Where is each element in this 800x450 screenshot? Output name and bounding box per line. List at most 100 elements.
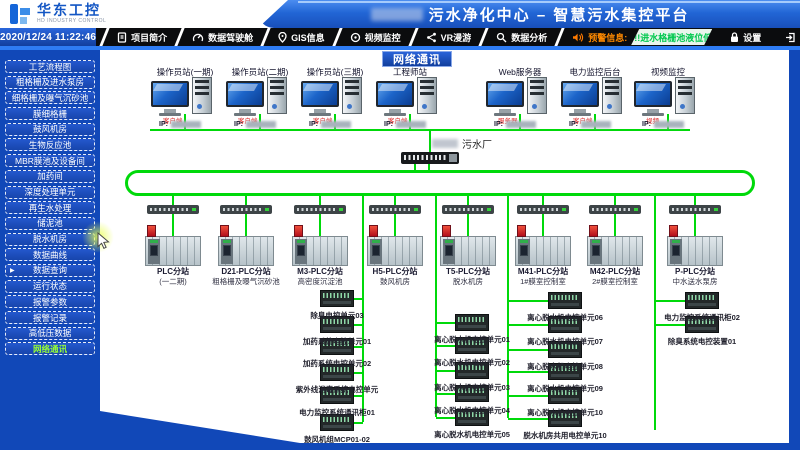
ip-row: IP: xyxy=(569,121,611,128)
settings-button[interactable]: 设置 xyxy=(724,28,767,46)
menu-separator xyxy=(770,28,777,46)
redacted-ip xyxy=(246,121,276,128)
menu-separator xyxy=(555,28,565,46)
network-line xyxy=(614,196,616,205)
sidebar-item-label: 运行状态 xyxy=(33,280,67,292)
network-line xyxy=(436,417,455,419)
sidebar-item-label: 高低压数据 xyxy=(29,327,72,339)
computer-icon xyxy=(224,77,296,117)
computer-icon xyxy=(149,77,221,117)
plc-rack-icon xyxy=(667,236,723,266)
settings-label: 设置 xyxy=(743,31,761,44)
device-label: 除臭电控单元03 xyxy=(267,310,407,321)
search-icon xyxy=(496,32,507,43)
computer-icon xyxy=(374,77,446,117)
monitor-icon xyxy=(226,81,264,107)
sidebar-item-1[interactable]: 粗格栅及进水泵房 xyxy=(5,76,95,89)
network-line xyxy=(508,349,548,351)
redacted-ip xyxy=(654,121,684,128)
menu-separator xyxy=(332,28,342,46)
network-line xyxy=(508,300,548,302)
alarm-lamp-icon xyxy=(294,225,303,237)
sidebar-item-2[interactable]: 细格栅及曝气沉砂池 xyxy=(5,91,95,104)
plc-switch-icon xyxy=(669,205,721,214)
menu-item-label: 数据分析 xyxy=(511,31,547,44)
menu-item-2[interactable]: GIS信息 xyxy=(274,28,329,46)
network-line xyxy=(542,214,544,236)
computer-icon xyxy=(559,77,631,117)
sidebar-item-10[interactable]: 储泥池 xyxy=(5,217,95,230)
sidebar-item-9[interactable]: 再生水处理 xyxy=(5,201,95,214)
sidebar-item-16[interactable]: 报警记录 xyxy=(5,311,95,324)
menu-item-label: GIS信息 xyxy=(291,31,325,44)
menu-bar: 2020/12/24 11:22:46 项目简介数据驾驶舱GIS信息视频监控VR… xyxy=(0,28,800,46)
menu-item-4[interactable]: VR漫游 xyxy=(422,28,476,46)
ip-row: IP: xyxy=(642,121,684,128)
sidebar-item-13[interactable]: ▶数据查询 xyxy=(5,264,95,277)
network-line xyxy=(542,196,544,205)
plc-desc: 中水送水泵房 xyxy=(635,276,755,287)
plc-rack-icon xyxy=(145,236,201,266)
sidebar-item-label: 细格栅及曝气沉砂池 xyxy=(12,92,89,104)
sidebar-item-17[interactable]: 高低压数据 xyxy=(5,327,95,340)
ip-row: IP: xyxy=(494,121,536,128)
alarm-lamp-icon xyxy=(220,225,229,237)
sidebar-item-14[interactable]: 运行状态 xyxy=(5,280,95,293)
menu-item-3[interactable]: 视频监控 xyxy=(346,28,405,46)
menu-item-label: 视频监控 xyxy=(365,31,401,44)
network-line xyxy=(429,129,431,152)
logo-subtext: HD INDUSTRY CONTROL xyxy=(37,19,106,24)
monitor-icon xyxy=(151,81,189,107)
network-diagram: 网络通讯 污水厂 操作员站(一期) 客户端 IP: 操作员站(二期) 客户端 I… xyxy=(0,0,800,450)
dashboard-icon xyxy=(192,32,204,42)
network-line xyxy=(467,196,469,205)
sidebar-item-12[interactable]: 数据曲线 xyxy=(5,248,95,261)
exit-button[interactable]: 退出 xyxy=(779,28,800,46)
sidebar-item-8[interactable]: 深度处理单元 xyxy=(5,186,95,199)
plc-rack-icon xyxy=(515,236,571,266)
sidebar-item-5[interactable]: 生物反应池 xyxy=(5,138,95,151)
redacted-ip xyxy=(321,121,351,128)
menu-item-0[interactable]: 项目简介 xyxy=(113,28,171,46)
device-label: 紫外线消毒系统电控单元 xyxy=(267,384,407,395)
alarm-lamp-icon xyxy=(369,225,378,237)
ip-label: IP: xyxy=(642,121,651,128)
device-label: 离心脱水机电控单元09 xyxy=(495,383,635,394)
sidebar-item-3[interactable]: 膜细格栅 xyxy=(5,107,95,120)
pc-tower-icon xyxy=(417,77,437,114)
menu-separator xyxy=(479,28,489,46)
plc-switch-icon xyxy=(220,205,272,214)
menu-item-1[interactable]: 数据驾驶舱 xyxy=(188,28,257,46)
computer-icon xyxy=(299,77,371,117)
sidebar-item-15[interactable]: 报警参数 xyxy=(5,295,95,308)
network-line xyxy=(354,395,363,397)
sidebar-item-6[interactable]: MBR膜池及设备间 xyxy=(5,154,95,167)
sidebar-item-0[interactable]: 工艺流程图 xyxy=(5,60,95,73)
sidebar-item-label: 工艺流程图 xyxy=(29,61,72,73)
accent-strip xyxy=(0,46,800,50)
pc-tower-icon xyxy=(342,77,362,114)
alert-message-box[interactable]: !!!进水格栅池液位低 xyxy=(631,29,712,45)
device-label: 离心脱水机电控单元08 xyxy=(495,361,635,372)
network-line xyxy=(508,418,548,420)
network-line xyxy=(394,214,396,236)
device-label: 加药系统电控单元01 xyxy=(267,336,407,347)
device-box xyxy=(455,314,489,331)
device-label: 离心脱水机电控单元07 xyxy=(495,336,635,347)
network-line xyxy=(428,164,430,170)
pc-tower-icon xyxy=(675,77,695,114)
lock-icon xyxy=(730,32,739,43)
menu-item-5[interactable]: 数据分析 xyxy=(492,28,551,46)
sidebar-item-7[interactable]: 加药间 xyxy=(5,170,95,183)
sidebar-item-4[interactable]: 鼓风机房 xyxy=(5,123,95,136)
plc-switch-icon xyxy=(294,205,346,214)
top-header: 华东工控 HD INDUSTRY CONTROL 污水净化中心 – 智慧污水集控… xyxy=(0,0,800,28)
target-icon xyxy=(350,32,361,43)
device-box xyxy=(548,292,582,309)
bottom-strip xyxy=(0,443,800,450)
device-label: 脱水机房共用电控单元10 xyxy=(495,430,635,441)
menu-separator xyxy=(174,28,184,46)
sidebar-menu: 工艺流程图粗格栅及进水泵房细格栅及曝气沉砂池膜细格栅鼓风机房生物反应池 MBR膜池… xyxy=(5,60,95,358)
sidebar-item-18[interactable]: 网络通讯 xyxy=(5,342,95,355)
share-icon xyxy=(426,32,437,43)
